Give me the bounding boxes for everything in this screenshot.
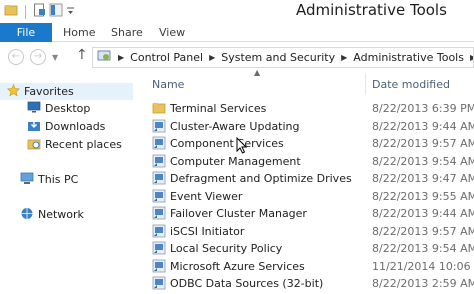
nav-label-this-pc: This PC — [38, 173, 79, 186]
new-folder-icon[interactable] — [49, 3, 63, 20]
tab-home[interactable]: Home — [63, 23, 95, 42]
back-button[interactable]: ← — [8, 49, 24, 65]
list-item[interactable]: Defragment and Optimize Drives 8/22/2013 … — [138, 170, 474, 187]
desktop-icon — [27, 101, 41, 116]
tab-file[interactable]: File — [0, 23, 52, 42]
nav-label-favorites: Favorites — [24, 85, 74, 98]
quick-access-toolbar — [4, 3, 75, 20]
file-date-modified: 8/22/2013 6:39 PM — [372, 102, 474, 115]
ribbon-tabs: File Home Share View — [0, 23, 474, 42]
file-name: Failover Cluster Manager — [170, 207, 307, 220]
recent-places-icon — [27, 137, 41, 153]
up-arrow-icon: ↑ — [76, 47, 88, 63]
nav-label-recent-places: Recent places — [45, 138, 122, 151]
shortcut-icon — [152, 206, 166, 223]
column-divider[interactable] — [365, 73, 366, 95]
title-bar: Administrative Tools — [0, 0, 474, 23]
file-name: ODBC Data Sources (32-bit) — [170, 277, 324, 290]
breadcrumb-chevron-icon[interactable]: ▶ — [209, 53, 215, 62]
column-header-date-modified[interactable]: Date modified — [372, 78, 450, 91]
back-arrow-icon: ← — [11, 51, 21, 62]
list-item[interactable]: ODBC Data Sources (32-bit) 8/22/2013 2:59… — [138, 275, 474, 292]
file-date-modified: 8/22/2013 9:44 AM — [372, 119, 474, 133]
control-panel-icon — [97, 49, 112, 66]
nav-network[interactable]: Network — [20, 206, 84, 223]
mouse-cursor-icon — [236, 136, 248, 157]
list-item[interactable]: Local Security Policy 8/22/2013 9:54 AM — [138, 240, 474, 257]
file-date-modified: 8/22/2013 9:44 AM — [372, 207, 474, 220]
file-name: Defragment and Optimize Drives — [170, 172, 352, 185]
properties-icon[interactable] — [33, 3, 46, 20]
shortcut-icon — [152, 171, 166, 188]
list-item[interactable]: Computer Management 8/22/2013 9:54 AM — [138, 153, 474, 170]
nav-this-pc[interactable]: This PC — [20, 171, 78, 188]
forward-button[interactable]: → — [30, 49, 46, 65]
shortcut-icon — [152, 276, 166, 293]
list-item[interactable]: Cluster-Aware Updating 8/22/2013 9:44 AM — [138, 118, 474, 135]
list-item[interactable]: Microsoft Azure Services 11/21/2014 10:06… — [138, 258, 474, 275]
downloads-icon — [27, 119, 41, 135]
breadcrumb-chevron-icon[interactable]: ▶ — [470, 53, 473, 62]
recent-locations-dropdown-icon[interactable]: ▼ — [52, 53, 58, 62]
file-date-modified: 8/22/2013 9:54 AM — [372, 154, 474, 168]
file-date-modified: 8/22/2013 9:57 AM — [372, 224, 474, 238]
nav-label-desktop: Desktop — [45, 102, 91, 115]
breadcrumb-chevron-icon[interactable]: ▶ — [341, 53, 347, 62]
nav-favorites[interactable]: Favorites — [0, 83, 133, 100]
shortcut-icon — [152, 224, 166, 241]
file-name: Local Security Policy — [170, 242, 283, 255]
nav-label-downloads: Downloads — [45, 120, 106, 133]
file-date-modified: 8/22/2013 9:55 AM — [372, 189, 474, 203]
up-button[interactable]: ↑ — [76, 47, 88, 63]
breadcrumb-administrative-tools[interactable]: Administrative Tools — [353, 51, 464, 64]
file-name: Microsoft Azure Services — [170, 259, 305, 273]
computer-icon — [20, 172, 34, 188]
file-list: ▲ Name Date modified Terminal Services 8/… — [138, 68, 474, 294]
file-name: iSCSI Initiator — [170, 224, 245, 238]
file-date-modified: 8/22/2013 2:59 AM — [372, 277, 474, 290]
file-name: Event Viewer — [170, 189, 243, 203]
window-title: Administrative Tools — [296, 1, 447, 19]
file-name: Component Services — [170, 137, 284, 150]
forward-arrow-icon: → — [33, 51, 43, 62]
tab-share[interactable]: Share — [111, 23, 143, 42]
file-date-modified: 11/21/2014 10:06 AM — [372, 259, 474, 273]
breadcrumb-system-and-security[interactable]: System and Security — [221, 51, 335, 64]
sort-ascending-icon: ▲ — [254, 68, 261, 77]
shortcut-icon — [152, 119, 166, 136]
list-item[interactable]: Event Viewer 8/22/2013 9:55 AM — [138, 188, 474, 205]
shortcut-icon — [152, 259, 166, 276]
file-date-modified: 8/22/2013 9:47 AM — [372, 172, 474, 185]
breadcrumb-chevron-icon: ▶ — [118, 53, 125, 62]
column-header-row: ▲ Name Date modified — [138, 68, 474, 97]
tab-view[interactable]: View — [159, 23, 185, 42]
shortcut-icon — [152, 136, 166, 153]
file-name: Cluster-Aware Updating — [170, 119, 300, 133]
list-item[interactable]: Terminal Services 8/22/2013 6:39 PM — [138, 100, 474, 117]
folder-icon — [152, 101, 166, 118]
nav-recent-places[interactable]: Recent places — [27, 136, 122, 153]
nav-downloads[interactable]: Downloads — [27, 118, 105, 135]
nav-label-network: Network — [38, 208, 84, 221]
file-name: Terminal Services — [170, 102, 267, 115]
breadcrumb-control-panel[interactable]: Control Panel — [130, 51, 203, 64]
folder-app-icon — [4, 3, 18, 20]
file-date-modified: 8/22/2013 9:57 AM — [372, 137, 474, 150]
file-date-modified: 8/22/2013 9:54 AM — [372, 242, 474, 255]
list-item[interactable]: Component Services 8/22/2013 9:57 AM — [138, 135, 474, 152]
address-bar[interactable]: ▶ Control Panel ▶ System and Security ▶ … — [92, 47, 474, 68]
qat-dropdown-icon[interactable] — [66, 3, 75, 20]
star-icon — [6, 83, 21, 100]
column-header-name[interactable]: Name — [152, 78, 184, 91]
navigation-pane: Favorites Desktop Downloads Recent place… — [0, 71, 138, 294]
qat-separator — [25, 4, 26, 19]
nav-desktop[interactable]: Desktop — [27, 100, 90, 117]
shortcut-icon — [152, 189, 166, 206]
network-icon — [20, 207, 34, 223]
navigation-row: ← → ▼ ↑ ▶ Control Panel ▶ System and Sec… — [0, 43, 474, 71]
shortcut-icon — [152, 154, 166, 171]
shortcut-icon — [152, 241, 166, 258]
list-item[interactable]: iSCSI Initiator 8/22/2013 9:57 AM — [138, 223, 474, 240]
list-item[interactable]: Failover Cluster Manager 8/22/2013 9:44 A… — [138, 205, 474, 222]
